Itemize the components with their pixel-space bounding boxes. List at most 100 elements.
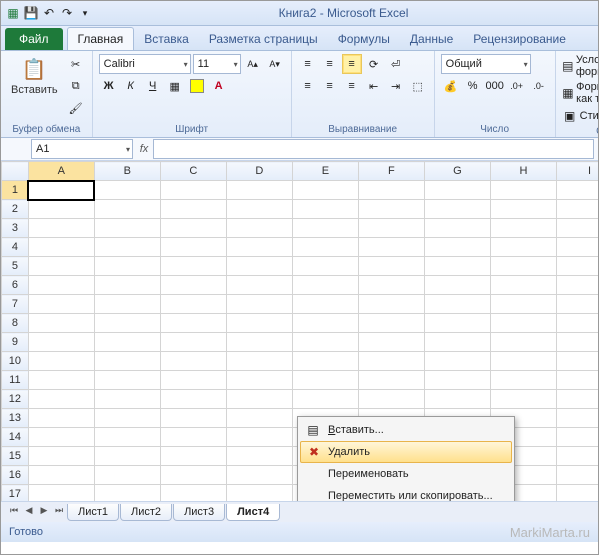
align-top-icon[interactable]: ≡ xyxy=(298,54,318,74)
align-right-icon[interactable]: ≡ xyxy=(342,76,362,96)
cell[interactable] xyxy=(424,333,490,352)
borders-icon[interactable]: ▦ xyxy=(165,76,185,96)
cell[interactable] xyxy=(490,371,556,390)
cell[interactable] xyxy=(358,390,424,409)
cell[interactable] xyxy=(490,181,556,200)
cell[interactable] xyxy=(94,219,160,238)
cell[interactable] xyxy=(358,333,424,352)
cell[interactable] xyxy=(292,295,358,314)
cut-icon[interactable]: ✂ xyxy=(66,54,86,74)
cell[interactable] xyxy=(226,371,292,390)
cell[interactable] xyxy=(226,181,292,200)
cell[interactable] xyxy=(226,257,292,276)
cell[interactable] xyxy=(28,390,94,409)
cell[interactable] xyxy=(556,314,598,333)
cell[interactable] xyxy=(94,181,160,200)
cell[interactable] xyxy=(358,295,424,314)
cell[interactable] xyxy=(556,371,598,390)
cell[interactable] xyxy=(292,276,358,295)
cell[interactable] xyxy=(424,200,490,219)
cell[interactable] xyxy=(424,352,490,371)
cell[interactable] xyxy=(490,314,556,333)
cell[interactable] xyxy=(94,466,160,485)
formula-bar[interactable] xyxy=(153,139,594,159)
italic-button[interactable]: К xyxy=(121,76,141,96)
column-header[interactable]: C xyxy=(160,162,226,181)
cell[interactable] xyxy=(94,200,160,219)
cell[interactable] xyxy=(226,276,292,295)
wrap-text-icon[interactable]: ⏎ xyxy=(386,54,406,74)
cell[interactable] xyxy=(490,276,556,295)
cell[interactable] xyxy=(424,295,490,314)
percent-icon[interactable]: % xyxy=(463,76,483,96)
row-header[interactable]: 10 xyxy=(2,352,29,371)
cell-styles-button[interactable]: ▣Стили ячеек xyxy=(562,108,598,124)
column-header[interactable]: G xyxy=(424,162,490,181)
file-tab[interactable]: Файл xyxy=(5,28,63,50)
select-all-corner[interactable] xyxy=(2,162,29,181)
tab-page-layout[interactable]: Разметка страницы xyxy=(199,28,328,50)
cell[interactable] xyxy=(160,352,226,371)
cell[interactable] xyxy=(28,466,94,485)
cell[interactable] xyxy=(160,295,226,314)
cell[interactable] xyxy=(28,219,94,238)
align-middle-icon[interactable]: ≡ xyxy=(320,54,340,74)
cell[interactable] xyxy=(160,428,226,447)
font-family-combo[interactable]: Calibri xyxy=(99,54,191,74)
row-header[interactable]: 4 xyxy=(2,238,29,257)
cell[interactable] xyxy=(292,333,358,352)
cell[interactable] xyxy=(556,333,598,352)
sheet-tab-2[interactable]: Лист2 xyxy=(120,504,172,521)
cell[interactable] xyxy=(28,371,94,390)
cell[interactable] xyxy=(226,485,292,502)
cell[interactable] xyxy=(490,390,556,409)
cell[interactable] xyxy=(556,295,598,314)
cell[interactable] xyxy=(226,352,292,371)
cell[interactable] xyxy=(292,238,358,257)
cell[interactable] xyxy=(358,257,424,276)
cell[interactable] xyxy=(94,238,160,257)
cell[interactable] xyxy=(226,219,292,238)
cell[interactable] xyxy=(160,409,226,428)
ctx-insert[interactable]: ▤Вставить... xyxy=(300,419,512,441)
cell[interactable] xyxy=(160,371,226,390)
number-format-combo[interactable]: Общий xyxy=(441,54,531,74)
row-header[interactable]: 2 xyxy=(2,200,29,219)
row-header[interactable]: 8 xyxy=(2,314,29,333)
align-bottom-icon[interactable]: ≡ xyxy=(342,54,362,74)
fx-icon[interactable]: fx xyxy=(135,143,153,155)
cell[interactable] xyxy=(94,428,160,447)
cell[interactable] xyxy=(556,238,598,257)
cell[interactable] xyxy=(424,219,490,238)
row-header[interactable]: 3 xyxy=(2,219,29,238)
cell[interactable] xyxy=(94,352,160,371)
cell[interactable] xyxy=(160,257,226,276)
cell[interactable] xyxy=(226,390,292,409)
format-as-table-button[interactable]: ▦Форматировать как т xyxy=(562,81,598,105)
name-box[interactable]: A1 xyxy=(31,139,133,159)
row-header[interactable]: 5 xyxy=(2,257,29,276)
cell[interactable] xyxy=(28,257,94,276)
cell[interactable] xyxy=(94,276,160,295)
cell[interactable] xyxy=(94,257,160,276)
row-header[interactable]: 6 xyxy=(2,276,29,295)
cell[interactable] xyxy=(556,181,598,200)
column-header[interactable]: A xyxy=(28,162,94,181)
cell[interactable] xyxy=(226,428,292,447)
cell[interactable] xyxy=(160,314,226,333)
merge-icon[interactable]: ⬚ xyxy=(408,76,428,96)
cell[interactable] xyxy=(556,276,598,295)
row-header[interactable]: 9 xyxy=(2,333,29,352)
cell[interactable] xyxy=(292,219,358,238)
cell[interactable] xyxy=(358,181,424,200)
comma-icon[interactable]: 000 xyxy=(485,76,505,96)
cell[interactable] xyxy=(160,181,226,200)
cell[interactable] xyxy=(358,314,424,333)
cell[interactable] xyxy=(226,314,292,333)
cell[interactable] xyxy=(28,333,94,352)
column-header[interactable]: H xyxy=(490,162,556,181)
cell[interactable] xyxy=(160,466,226,485)
qat-dropdown-icon[interactable]: ▾ xyxy=(77,5,93,21)
cell[interactable] xyxy=(556,219,598,238)
cell[interactable] xyxy=(490,295,556,314)
